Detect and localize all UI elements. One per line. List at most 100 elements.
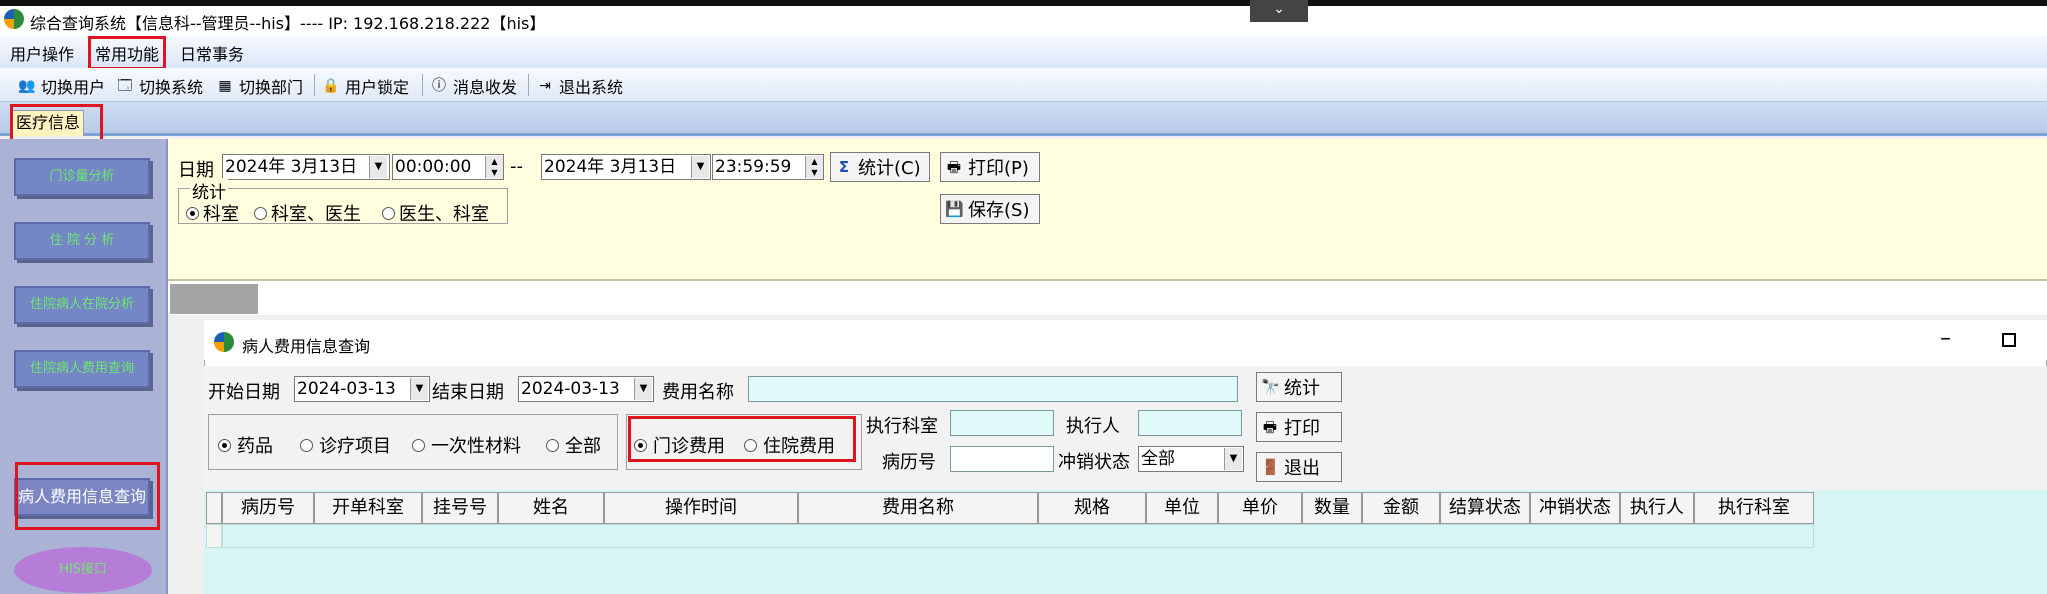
radio-doctor-dept-indicator (382, 206, 395, 220)
radio-disposable-indicator (412, 438, 425, 452)
printer-icon: 🖶 (946, 158, 962, 176)
fee-print-button[interactable]: 🖶 打印 (1256, 412, 1342, 442)
tab-placeholder[interactable] (170, 284, 258, 314)
col-name[interactable]: 姓名 (498, 492, 604, 524)
toolbar-messages[interactable]: ⓘ 消息收发 (430, 74, 517, 98)
save-icon: 💾 (945, 200, 964, 218)
col-record-no[interactable]: 病历号 (222, 492, 314, 524)
sidebar-his-interface[interactable]: HIS接口 (14, 547, 152, 593)
exec-dept-label: 执行科室 (866, 416, 938, 437)
menu-common-functions[interactable]: 常用功能 (88, 36, 167, 70)
toolbar-divider (528, 74, 529, 96)
col-order-dept[interactable]: 开单科室 (314, 492, 422, 524)
col-operate-time[interactable]: 操作时间 (604, 492, 798, 524)
exec-dept-input[interactable] (950, 410, 1054, 436)
sidebar-inpatient-stay-analysis[interactable]: 住院病人在院分析 (14, 286, 150, 324)
exit-door-icon: 🚪 (1261, 458, 1280, 476)
radio-treatment[interactable]: 诊疗项目 (300, 432, 391, 458)
col-fee-name[interactable]: 费用名称 (798, 492, 1038, 524)
sidebar-outpatient-analysis[interactable]: 门诊量分析 (14, 158, 150, 196)
col-unit-price[interactable]: 单价 (1218, 492, 1302, 524)
col-amount[interactable]: 金额 (1362, 492, 1440, 524)
lock-user-icon: 🔒 (322, 78, 340, 94)
fee-name-input[interactable] (748, 376, 1238, 402)
tab-area (168, 281, 2047, 315)
menu-bar (0, 36, 2047, 68)
switch-system-icon: 🗔 (117, 78, 133, 94)
col-spec[interactable]: 规格 (1038, 492, 1146, 524)
record-no-input[interactable] (950, 446, 1054, 472)
window-title: 综合查询系统【信息科--管理员--his】---- IP: 192.168.21… (30, 14, 546, 33)
start-date-picker[interactable]: 2024年 3月13日 (222, 154, 390, 180)
col-reg-no[interactable]: 挂号号 (422, 492, 498, 524)
sidebar-inpatient-fee-query[interactable]: 住院病人费用查询 (14, 350, 150, 388)
end-date-label: 结束日期 (432, 382, 504, 403)
end-time-spin-icon[interactable]: ▲ ▼ (805, 156, 823, 178)
radio-doctor-dept[interactable]: 医生、科室 (382, 200, 489, 226)
menu-daily-affairs[interactable]: 日常事务 (180, 41, 244, 65)
toolbar-exit-system[interactable]: ⇥ 退出系统 (536, 74, 623, 98)
col-unit[interactable]: 单位 (1146, 492, 1218, 524)
maximize-icon[interactable] (2002, 333, 2016, 347)
patient-fee-window-titlebar (204, 320, 2047, 360)
printer-icon: 🖶 (1262, 418, 1278, 436)
writeoff-label: 冲销状态 (1058, 452, 1130, 473)
table-row[interactable] (222, 524, 1814, 548)
toolbar-divider (314, 74, 315, 96)
executor-input[interactable] (1138, 410, 1242, 436)
start-date-dropdown-icon[interactable]: ▼ (369, 156, 387, 178)
toolbar-switch-user[interactable]: 👥 切换用户 (18, 74, 105, 98)
radio-inpatient-fee[interactable]: 住院费用 (744, 432, 835, 458)
radio-dept-doctor[interactable]: 科室、医生 (254, 200, 361, 226)
toolbar (0, 68, 2047, 102)
sigma-icon: Σ (838, 158, 850, 176)
radio-outpatient-indicator (634, 438, 647, 452)
radio-drugs-indicator (218, 438, 231, 452)
radio-disposable[interactable]: 一次性材料 (412, 432, 521, 458)
save-button[interactable]: 💾 保存(S) (940, 194, 1040, 224)
app-logo-icon (4, 9, 24, 29)
toolbar-lock-user[interactable]: 🔒 用户锁定 (322, 74, 409, 98)
minimize-icon[interactable]: – (1940, 326, 1951, 351)
binoculars-icon: 🔭 (1261, 378, 1280, 396)
col-writeoff-status[interactable]: 冲销状态 (1530, 492, 1620, 524)
sidebar-highlight (15, 462, 160, 530)
radio-all-indicator (546, 438, 559, 452)
print-button[interactable]: 🖶 打印(P) (940, 152, 1040, 182)
fee-exit-button[interactable]: 🚪 退出 (1256, 452, 1342, 482)
radio-all[interactable]: 全部 (546, 432, 601, 458)
stat-button[interactable]: Σ 统计(C) (830, 152, 930, 182)
info-icon: ⓘ (432, 78, 446, 94)
start-date-label: 开始日期 (208, 382, 280, 403)
toolbar-switch-dept[interactable]: ▦ 切换部门 (216, 74, 303, 98)
date-separator: -- (510, 156, 523, 177)
row-header[interactable] (206, 524, 222, 548)
radio-treatment-indicator (300, 438, 313, 452)
chevron-down-icon[interactable]: ⌄ (1250, 0, 1308, 22)
radio-dept[interactable]: 科室 (186, 200, 239, 226)
end-date-dropdown-icon[interactable]: ▼ (691, 156, 709, 178)
window-logo-icon (214, 332, 234, 352)
col-exec-dept[interactable]: 执行科室 (1694, 492, 1814, 524)
radio-drugs[interactable]: 药品 (218, 432, 273, 458)
writeoff-dropdown-icon[interactable]: ▼ (1224, 448, 1242, 470)
col-quantity[interactable]: 数量 (1302, 492, 1362, 524)
tab-strip (0, 102, 2047, 136)
fee-end-date-dropdown-icon[interactable]: ▼ (634, 378, 652, 400)
start-time-spin-icon[interactable]: ▲ ▼ (485, 156, 503, 178)
fee-start-date-dropdown-icon[interactable]: ▼ (410, 378, 428, 400)
end-date-picker[interactable]: 2024年 3月13日 (541, 154, 711, 180)
col-settle-status[interactable]: 结算状态 (1440, 492, 1530, 524)
fee-name-label: 费用名称 (662, 382, 734, 403)
toolbar-switch-system[interactable]: 🗔 切换系统 (116, 74, 203, 98)
executor-label: 执行人 (1066, 416, 1120, 437)
fee-stat-button[interactable]: 🔭 统计 (1256, 372, 1342, 402)
radio-outpatient-fee[interactable]: 门诊费用 (634, 432, 725, 458)
users-icon: 👥 (18, 78, 36, 94)
radio-dept-doctor-indicator (254, 206, 267, 220)
sidebar-inpatient-analysis[interactable]: 住 院 分 析 (14, 222, 150, 260)
patient-fee-window-title: 病人费用信息查询 (242, 337, 371, 356)
menu-user-ops[interactable]: 用户操作 (10, 41, 74, 65)
col-executor[interactable]: 执行人 (1620, 492, 1694, 524)
radio-dept-indicator (186, 206, 199, 220)
